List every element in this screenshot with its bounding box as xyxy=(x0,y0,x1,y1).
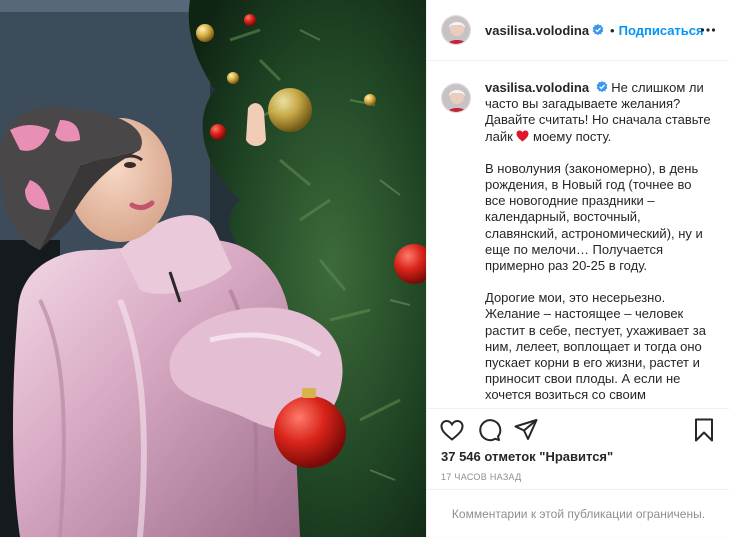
avatar-image xyxy=(442,84,470,112)
comments-area[interactable]: vasilisa.volodina Не слишком ли часто вы… xyxy=(427,62,729,408)
comment-icon[interactable] xyxy=(476,417,502,443)
caption-row: vasilisa.volodina Не слишком ли часто вы… xyxy=(441,80,714,408)
avatar[interactable] xyxy=(441,15,471,45)
photo-illustration xyxy=(0,0,426,537)
caption-paragraph: vasilisa.volodina Не слишком ли часто вы… xyxy=(485,80,714,145)
username-link[interactable]: vasilisa.volodina xyxy=(485,23,589,38)
post-actions: 37 546 отметок "Нравится" 17 часов назад… xyxy=(427,408,729,537)
caption-text-tail: моему посту. xyxy=(533,128,612,144)
share-icon[interactable] xyxy=(513,417,539,443)
caption-paragraph: В новолуния (закономерно), в день рожден… xyxy=(485,160,703,274)
instagram-post: vasilisa.volodina • Подписаться vasilisa… xyxy=(0,0,729,537)
red-heart-emoji-icon xyxy=(516,130,529,142)
caption-paragraph: Дорогие мои, это несерьезно. Желание – н… xyxy=(485,290,706,403)
verified-badge-icon xyxy=(596,81,608,93)
separator-dot: • xyxy=(610,22,615,38)
likes-count[interactable]: 37 546 отметок "Нравится" xyxy=(441,449,613,464)
post-header: vasilisa.volodina • Подписаться xyxy=(427,0,729,61)
post-timestamp[interactable]: 17 часов назад xyxy=(441,472,522,482)
more-options-icon[interactable] xyxy=(700,22,716,38)
verified-badge-icon xyxy=(592,24,604,36)
avatar-image xyxy=(442,16,470,44)
bookmark-icon[interactable] xyxy=(691,417,717,443)
post-caption: vasilisa.volodina Не слишком ли часто вы… xyxy=(485,80,714,408)
post-photo[interactable] xyxy=(0,0,426,537)
heart-icon[interactable] xyxy=(439,417,465,443)
follow-button[interactable]: Подписаться xyxy=(619,23,704,38)
comments-limited-notice: Комментарии к этой публикации ограничены… xyxy=(427,489,729,538)
caption-username-link[interactable]: vasilisa.volodina xyxy=(485,80,589,95)
post-details-panel: vasilisa.volodina • Подписаться vasilisa… xyxy=(426,0,729,537)
action-icons xyxy=(439,417,539,443)
caption-avatar[interactable] xyxy=(441,83,471,113)
